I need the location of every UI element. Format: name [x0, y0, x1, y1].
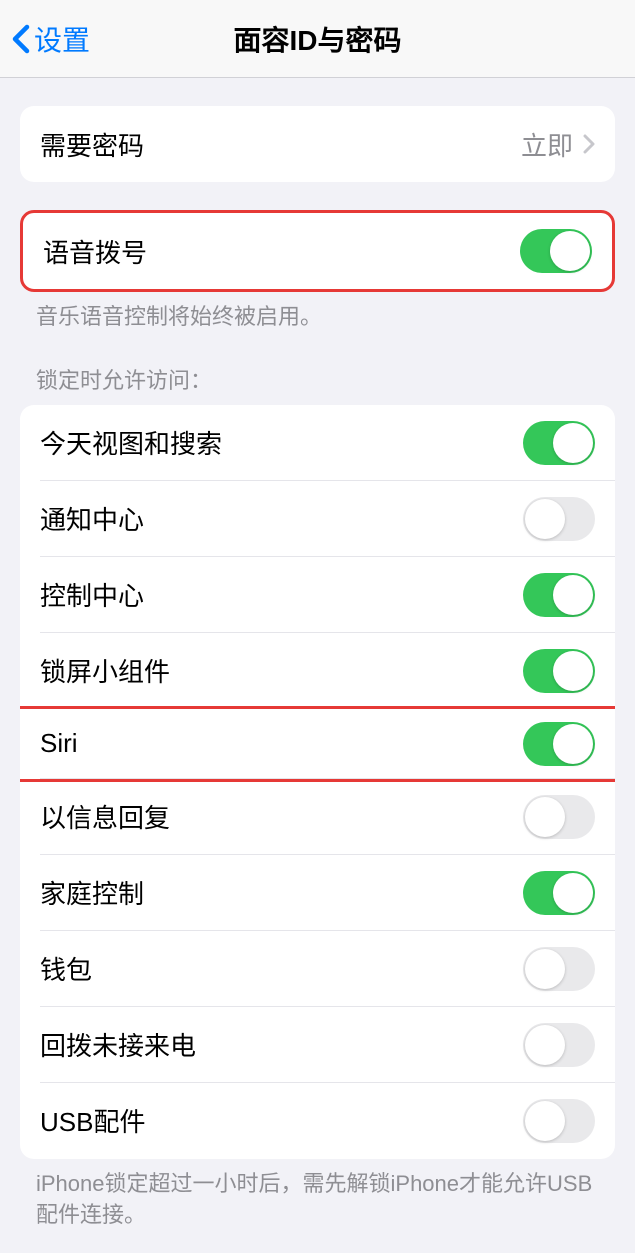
lock-access-toggle--[interactable] [523, 1023, 595, 1067]
lock-access-header: 锁定时允许访问： [0, 333, 635, 405]
lock-access-row--: 锁屏小组件 [20, 633, 615, 709]
lock-access-footer: iPhone锁定超过一小时后，需先解锁iPhone才能允许USB配件连接。 [0, 1159, 635, 1231]
lock-access-label: 控制中心 [40, 576, 144, 613]
lock-access-toggle--[interactable] [523, 573, 595, 617]
lock-access-label: 通知中心 [40, 500, 144, 537]
lock-access-row--: 回拨未接来电 [20, 1007, 615, 1083]
lock-access-label: 回拨未接来电 [40, 1026, 196, 1063]
voice-dial-row: 语音拨号 [23, 213, 612, 289]
lock-access-toggle--[interactable] [523, 947, 595, 991]
require-passcode-row[interactable]: 需要密码 立即 [20, 106, 615, 182]
lock-access-toggle--[interactable] [523, 421, 595, 465]
lock-access-row--: 家庭控制 [20, 855, 615, 931]
require-passcode-group: 需要密码 立即 [20, 106, 615, 182]
lock-access-row--: 控制中心 [20, 557, 615, 633]
lock-access-row-siri: Siri [20, 706, 615, 782]
lock-access-toggle--[interactable] [523, 649, 595, 693]
require-passcode-label: 需要密码 [40, 126, 144, 163]
voice-dial-toggle[interactable] [520, 229, 592, 273]
voice-dial-group: 语音拨号 [20, 210, 615, 292]
back-button[interactable]: 设置 [12, 19, 90, 59]
lock-access-toggle--[interactable] [523, 795, 595, 839]
voice-dial-label: 语音拨号 [43, 233, 147, 270]
lock-access-toggle--[interactable] [523, 497, 595, 541]
lock-access-label: USB配件 [40, 1102, 145, 1139]
lock-access-label: 今天视图和搜索 [40, 424, 222, 461]
lock-access-group: 今天视图和搜索通知中心控制中心锁屏小组件 Siri 以信息回复家庭控制钱包回拨未接来… [20, 405, 615, 1159]
chevron-right-icon [583, 134, 595, 154]
lock-access-label: Siri [40, 728, 78, 759]
lock-access-row--: 钱包 [20, 931, 615, 1007]
voice-dial-footer: 音乐语音控制将始终被启用。 [0, 292, 635, 333]
lock-access-label: 家庭控制 [40, 874, 144, 911]
lock-access-row-usb-: USB配件 [20, 1083, 615, 1159]
require-passcode-value: 立即 [521, 126, 573, 163]
lock-access-toggle--[interactable] [523, 871, 595, 915]
chevron-left-icon [12, 24, 30, 54]
lock-access-toggle-siri[interactable] [523, 722, 595, 766]
lock-access-label: 锁屏小组件 [40, 652, 170, 689]
page-title: 面容ID与密码 [233, 19, 401, 59]
lock-access-label: 钱包 [40, 950, 92, 987]
lock-access-toggle-usb-[interactable] [523, 1099, 595, 1143]
nav-header: 设置 面容ID与密码 [0, 0, 635, 78]
lock-access-row--: 今天视图和搜索 [20, 405, 615, 481]
lock-access-row--: 通知中心 [20, 481, 615, 557]
lock-access-row--: 以信息回复 [20, 779, 615, 855]
back-label: 设置 [34, 19, 90, 59]
lock-access-label: 以信息回复 [40, 798, 170, 835]
